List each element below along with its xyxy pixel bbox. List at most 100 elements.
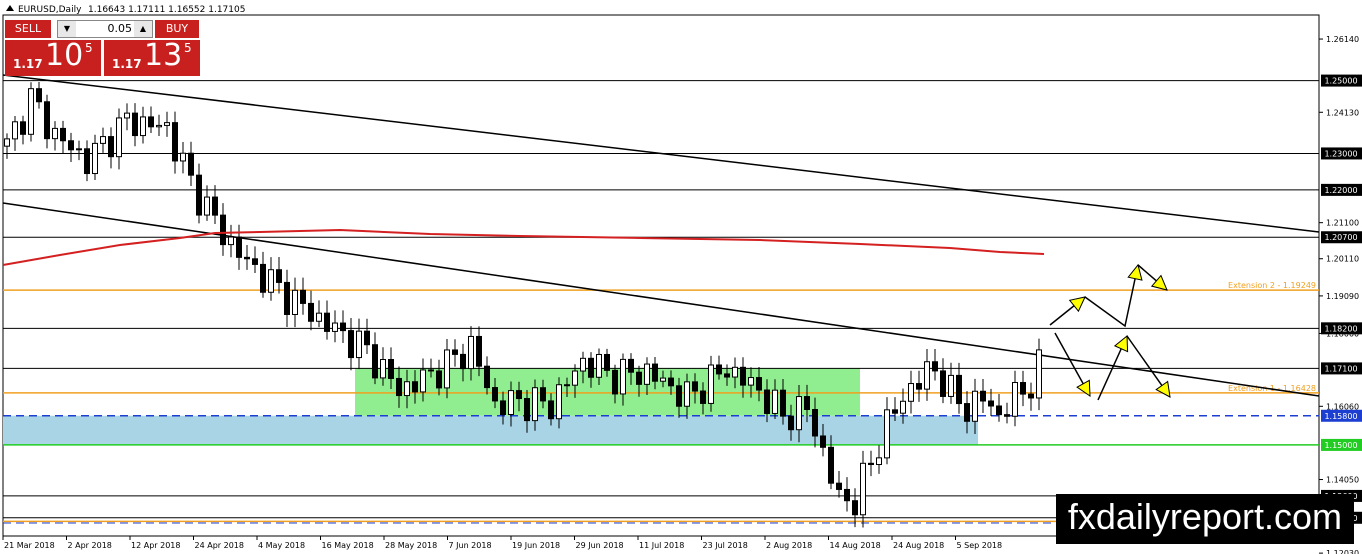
- candle-body: [124, 112, 130, 119]
- date-tick-label: 5 Sep 2018: [957, 541, 1003, 550]
- date-tick-label: 24 Aug 2018: [893, 541, 944, 550]
- lot-down-icon[interactable]: ▼: [58, 21, 76, 37]
- date-tick-label: 12 Apr 2018: [131, 541, 180, 550]
- price-tick-label: 1.21100: [1326, 219, 1359, 228]
- candle-body: [484, 365, 490, 389]
- candle-body: [732, 366, 738, 378]
- candle-body: [884, 409, 890, 459]
- candle-body: [772, 389, 778, 414]
- candle-body: [556, 384, 562, 420]
- candle-body: [52, 127, 58, 140]
- candle-body: [700, 390, 706, 404]
- candle-body: [748, 377, 754, 386]
- candle-body: [756, 377, 762, 391]
- candle-body: [492, 387, 498, 402]
- date-tick-label: 16 May 2018: [322, 541, 374, 550]
- candle-body: [148, 116, 154, 128]
- candle-body: [716, 364, 722, 375]
- date-tick-label: 4 May 2018: [258, 541, 305, 550]
- candle-body: [820, 435, 826, 448]
- candle-body: [12, 121, 18, 140]
- sell-button[interactable]: SELL: [5, 20, 51, 38]
- candle-body: [1036, 349, 1042, 399]
- level-price-label: 1.17100: [1324, 364, 1357, 373]
- support-zone: [3, 415, 978, 445]
- sell-price[interactable]: 1.17 10 5: [5, 38, 101, 76]
- date-tick-label: 24 Apr 2018: [195, 541, 244, 550]
- chart-ohlc: 1.16643 1.17111 1.16552 1.17105: [88, 5, 245, 15]
- candle-body: [620, 358, 626, 395]
- candle-body: [668, 377, 674, 387]
- candle-body: [324, 312, 330, 332]
- date-tick-label: 21 Mar 2018: [4, 541, 55, 550]
- candle-body: [276, 269, 282, 283]
- lot-size-stepper[interactable]: ▼ 0.05 ▲: [57, 20, 153, 38]
- level-price-label: 1.18200: [1324, 324, 1357, 333]
- candle-body: [412, 381, 418, 393]
- candle-body: [164, 122, 170, 126]
- candle-body: [628, 358, 634, 373]
- candle-body: [852, 500, 858, 516]
- candle-body: [364, 330, 370, 346]
- candle-body: [356, 330, 362, 359]
- candle-body: [348, 330, 354, 359]
- candle-body: [516, 390, 522, 400]
- candle-body: [764, 389, 770, 414]
- date-tick-label: 19 Jun 2018: [512, 541, 560, 550]
- candle-body: [612, 369, 618, 395]
- level-price-label: 1.25000: [1324, 77, 1357, 86]
- candle-body: [116, 117, 122, 158]
- date-tick-label: 29 Jun 2018: [576, 541, 624, 550]
- candle-body: [500, 400, 506, 415]
- buy-button[interactable]: BUY: [155, 20, 199, 38]
- lot-size-input[interactable]: 0.05: [78, 21, 133, 37]
- candle-body: [300, 289, 306, 304]
- level-price-label: 1.20700: [1324, 233, 1357, 242]
- candle-body: [436, 370, 442, 389]
- candle-body: [132, 112, 138, 137]
- candle-body: [180, 152, 186, 162]
- date-tick-label: 2 Apr 2018: [68, 541, 112, 550]
- price-chart[interactable]: Extension 2 - 1.19249Extension 1 - 1.164…: [0, 0, 1362, 554]
- candle-body: [388, 359, 394, 379]
- candle-body: [172, 122, 178, 162]
- buy-price[interactable]: 1.17 13 5: [104, 38, 200, 76]
- candle-body: [1028, 393, 1034, 399]
- candle-body: [420, 369, 426, 393]
- candle-body: [28, 88, 34, 135]
- candle-body: [740, 366, 746, 386]
- candle-body: [92, 142, 98, 175]
- date-tick-label: 2 Aug 2018: [766, 541, 812, 550]
- candle-body: [604, 353, 610, 371]
- buy-price-sup: 5: [184, 41, 192, 55]
- candle-body: [60, 127, 66, 142]
- candle-body: [196, 174, 202, 216]
- candle-body: [4, 138, 10, 147]
- candle-body: [476, 335, 482, 367]
- candle-body: [76, 148, 82, 151]
- candle-body: [524, 398, 530, 422]
- candle-body: [532, 387, 538, 422]
- candle-body: [228, 236, 234, 246]
- date-tick-label: 14 Aug 2018: [830, 541, 881, 550]
- candle-body: [844, 488, 850, 502]
- candle-body: [212, 196, 218, 216]
- candle-body: [924, 361, 930, 390]
- candle-body: [372, 344, 378, 379]
- candle-body: [972, 390, 978, 422]
- candle-body: [652, 363, 658, 382]
- candle-body: [788, 415, 794, 431]
- candle-body: [892, 409, 898, 414]
- candle-body: [660, 377, 666, 382]
- candle-body: [188, 152, 194, 176]
- chart-symbol: EURUSD,Daily: [18, 5, 82, 15]
- candle-body: [284, 281, 290, 315]
- date-tick-label: 23 Jul 2018: [703, 541, 748, 550]
- candle-body: [548, 400, 554, 420]
- candle-body: [676, 385, 682, 407]
- lot-up-icon[interactable]: ▲: [134, 21, 152, 37]
- candle-body: [1004, 414, 1010, 417]
- level-price-label: 1.22000: [1324, 186, 1357, 195]
- orange-level-label: Extension 2 - 1.19249: [1228, 281, 1316, 290]
- candle-body: [932, 361, 938, 372]
